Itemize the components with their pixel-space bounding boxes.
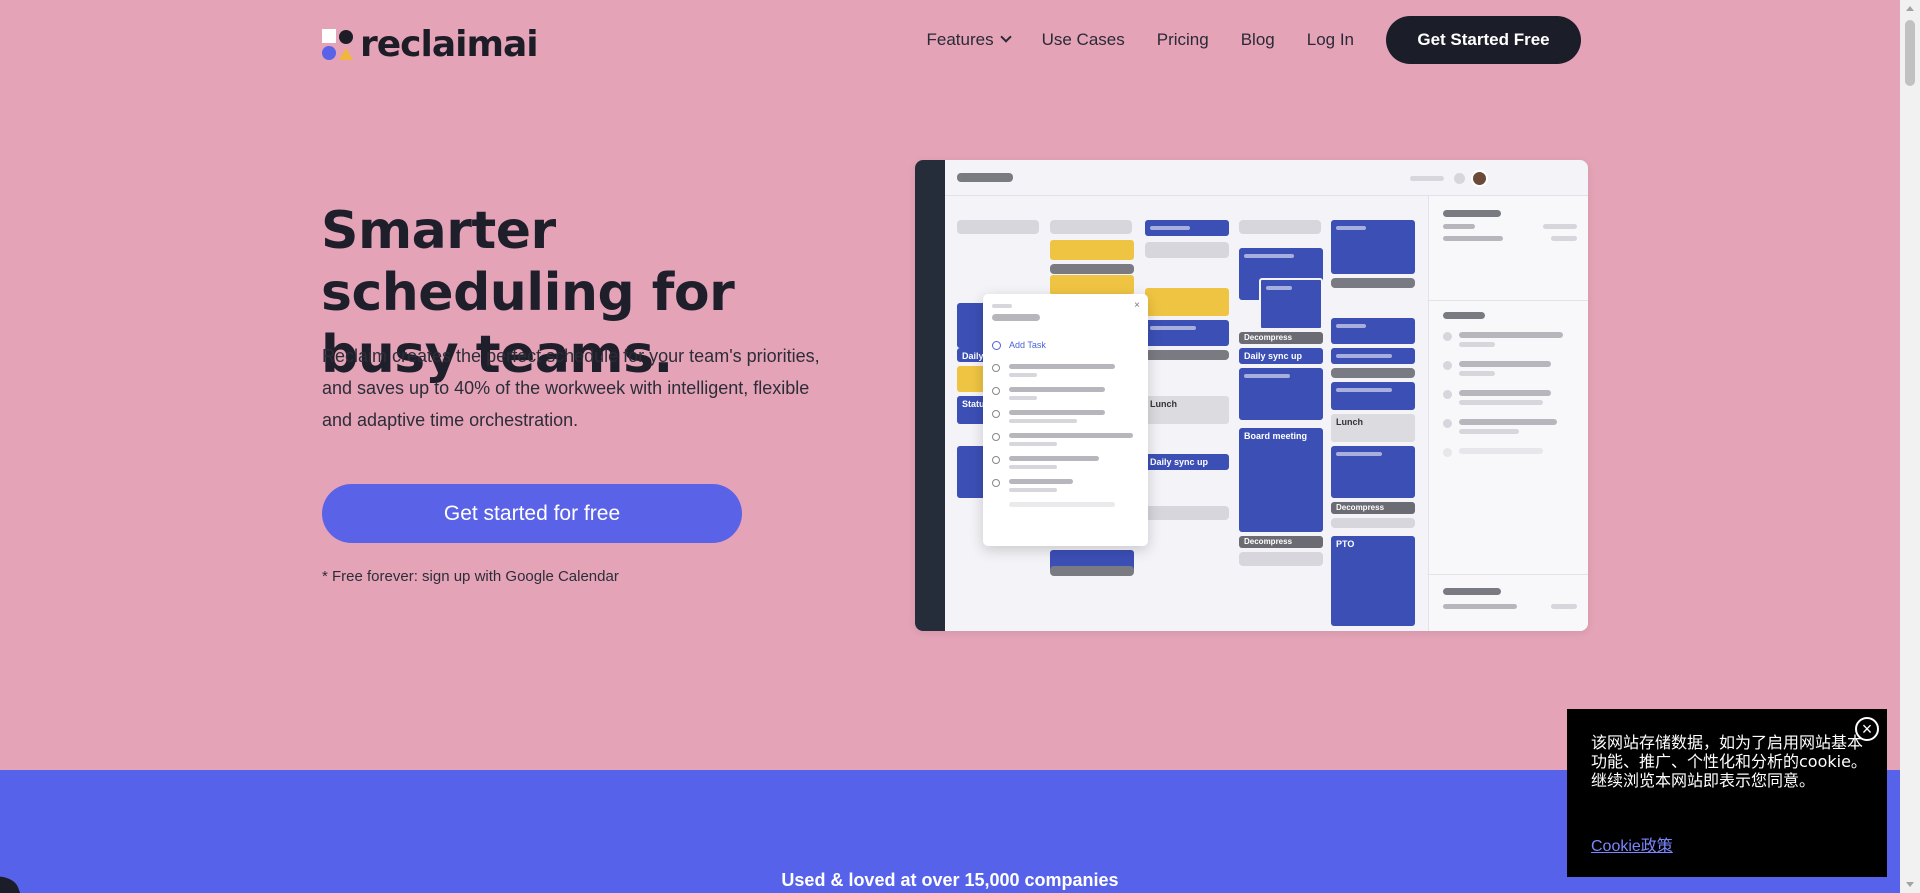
event-decompress: Decompress	[1331, 502, 1415, 514]
cookie-policy-link[interactable]: Cookie政策	[1591, 832, 1673, 856]
hero-note: * Free forever: sign up with Google Cale…	[322, 568, 619, 585]
reclaim-logo[interactable]: reclaimai	[322, 24, 539, 65]
cookie-text: 该网站存储数据，如为了启用网站基本功能、推广、个性化和分析的cookie。继续浏…	[1591, 733, 1867, 790]
mock-sidebar	[915, 160, 945, 631]
logo-mark-icon	[322, 28, 354, 61]
event-decompress: Decompress	[1239, 332, 1323, 344]
event-daily-sync: Daily sync up	[1239, 348, 1323, 364]
app-preview-image: Daily Statu Lunch Daily sync up Decompre…	[915, 160, 1588, 631]
scroll-down-icon[interactable]	[1906, 882, 1914, 887]
top-navigation: reclaimai Features Use Cases Pricing Blo…	[0, 0, 1900, 78]
nav-links: Features Use Cases Pricing Blog Log In G…	[895, 16, 1901, 64]
nav-features-label: Features	[926, 30, 994, 49]
get-started-free-button[interactable]: Get Started Free	[1386, 16, 1581, 64]
add-task-label: Add Task	[1009, 340, 1046, 350]
event-decompress: Decompress	[1239, 536, 1323, 548]
avatar	[1471, 170, 1488, 187]
nav-login[interactable]: Log In	[1307, 16, 1354, 64]
nav-features[interactable]: Features	[926, 16, 1012, 64]
mock-right-panel	[1428, 196, 1588, 631]
event-lunch: Lunch	[1331, 414, 1415, 442]
event-daily-sync: Daily sync up	[1145, 454, 1229, 470]
event-lunch: Lunch	[1145, 396, 1229, 424]
cookie-banner: × 该网站存储数据，如为了启用网站基本功能、推广、个性化和分析的cookie。继…	[1567, 709, 1887, 877]
get-started-for-free-button[interactable]: Get started for free	[322, 484, 742, 543]
scroll-up-icon[interactable]	[1906, 6, 1914, 11]
add-icon	[992, 341, 1001, 350]
nav-pricing[interactable]: Pricing	[1157, 16, 1209, 64]
add-task-popup: × Add Task	[983, 294, 1148, 546]
mock-topbar	[945, 160, 1588, 196]
nav-blog[interactable]: Blog	[1241, 16, 1275, 64]
nav-use-cases[interactable]: Use Cases	[1042, 16, 1125, 64]
scrollbar[interactable]	[1900, 0, 1920, 893]
event-pto: PTO	[1331, 536, 1415, 626]
scroll-thumb[interactable]	[1905, 20, 1915, 86]
close-icon: ×	[1134, 300, 1140, 311]
logo-text: reclaimai	[360, 24, 539, 65]
event-board-meeting: Board meeting	[1239, 428, 1323, 532]
hero-subtitle: Reclaim creates the perfect schedule for…	[322, 346, 820, 430]
chevron-down-icon	[999, 31, 1012, 43]
